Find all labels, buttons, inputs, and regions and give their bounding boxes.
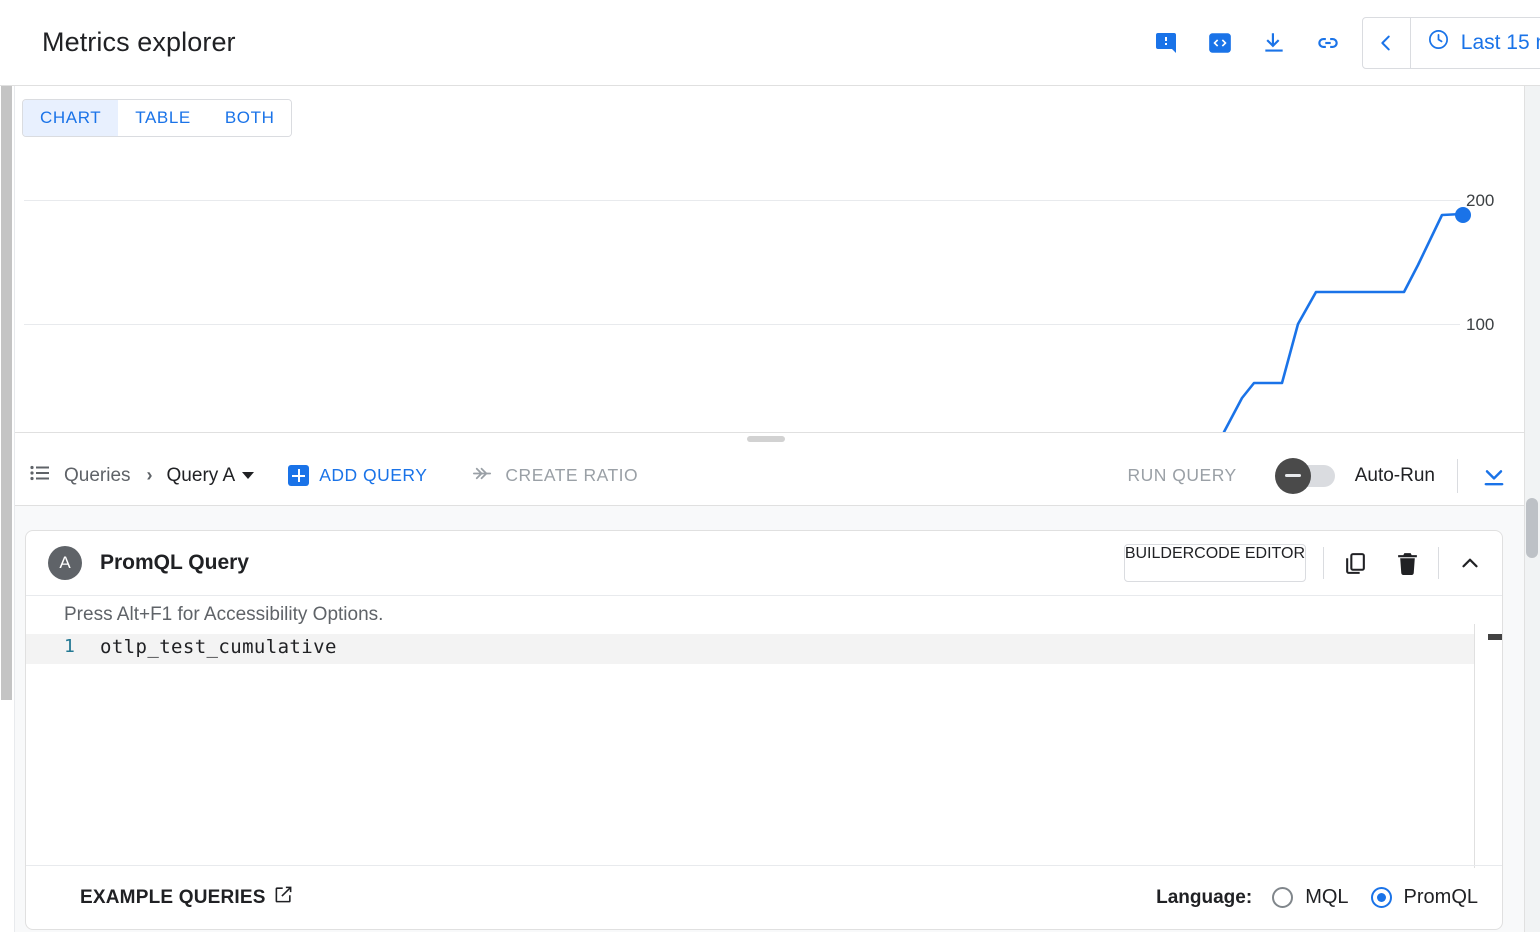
card-divider-1 [1323, 547, 1324, 579]
series-end-marker [1455, 207, 1471, 223]
add-query-button[interactable]: ADD QUERY [288, 465, 427, 486]
query-toolbar: Queries › Query A ADD QUERY CREATE RATIO… [14, 446, 1526, 506]
create-ratio-button[interactable]: CREATE RATIO [471, 462, 638, 490]
accessibility-hint: Press Alt+F1 for Accessibility Options. [64, 604, 383, 626]
page-title: Metrics explorer [42, 27, 236, 58]
query-toolbar-actions: RUN QUERY Auto-Run [1128, 459, 1526, 493]
tab-builder[interactable]: BUILDER [1125, 545, 1194, 581]
time-range-group: Last 15 m [1362, 17, 1540, 69]
radio-promql-label: PromQL [1404, 886, 1478, 909]
card-divider-2 [1438, 547, 1439, 579]
header-actions [1152, 29, 1342, 57]
editor-line-number: 1 [64, 636, 75, 657]
tab-chart[interactable]: CHART [23, 100, 118, 136]
add-query-label: ADD QUERY [319, 465, 427, 486]
page-header: Metrics explorer La [0, 0, 1540, 86]
query-selector[interactable]: Query A [167, 465, 255, 487]
breadcrumb-separator: › [147, 465, 153, 486]
link-icon[interactable] [1314, 29, 1342, 57]
chart-panel: CHART TABLE BOTH 200 100 0 [14, 86, 1526, 432]
query-card-footer: EXAMPLE QUERIES Language: MQL PromQL [26, 865, 1503, 929]
tab-code-editor[interactable]: CODE EDITOR [1194, 545, 1305, 581]
tab-both[interactable]: BOTH [208, 100, 292, 136]
code-icon[interactable] [1206, 29, 1234, 57]
language-selector: Language: MQL PromQL [1156, 886, 1478, 909]
query-selector-label: Query A [167, 465, 236, 487]
tab-table[interactable]: TABLE [118, 100, 208, 136]
chart-view-tabs: CHART TABLE BOTH [22, 99, 292, 137]
query-mode-tabs: BUILDER CODE EDITOR [1124, 544, 1306, 582]
page-scrollbar-left-thumb[interactable] [1, 86, 12, 700]
radio-mql [1272, 887, 1293, 908]
toolbar-divider [1457, 459, 1458, 493]
run-query-button[interactable]: RUN QUERY [1128, 465, 1237, 486]
duplicate-icon[interactable] [1341, 549, 1369, 577]
language-option-mql[interactable]: MQL [1272, 886, 1348, 909]
promql-query-card: A PromQL Query BUILDER CODE EDITOR [25, 530, 1503, 930]
time-range-button[interactable]: Last 15 m [1411, 18, 1540, 68]
content-left-border [14, 86, 15, 932]
editor-code-text[interactable]: otlp_test_cumulative [100, 636, 337, 658]
query-avatar: A [48, 546, 82, 580]
example-queries-link[interactable]: EXAMPLE QUERIES [80, 885, 293, 910]
radio-mql-label: MQL [1305, 886, 1348, 909]
query-card-area: A PromQL Query BUILDER CODE EDITOR [14, 506, 1526, 932]
chart-plot: 200 100 0 UTC-4 10:53 PM [14, 102, 1526, 432]
splitter-drag-handle[interactable] [747, 436, 785, 442]
metrics-explorer-page: Metrics explorer La [0, 0, 1540, 932]
time-range-label: Last 15 m [1461, 31, 1540, 55]
page-scrollbar-right-thumb[interactable] [1526, 498, 1538, 558]
auto-run-toggle[interactable] [1279, 465, 1335, 487]
list-icon[interactable] [28, 461, 52, 490]
toggle-knob [1275, 458, 1311, 494]
plus-icon [288, 465, 309, 486]
language-label: Language: [1156, 887, 1252, 909]
example-queries-label: EXAMPLE QUERIES [80, 887, 266, 909]
expand-less-all-icon[interactable] [1480, 462, 1508, 490]
editor-right-border [1474, 624, 1475, 868]
ratio-arrow-icon [471, 462, 494, 490]
queries-label: Queries [64, 465, 131, 487]
chevron-left-icon[interactable] [1363, 18, 1411, 68]
radio-promql [1371, 887, 1392, 908]
query-card-header: A PromQL Query BUILDER CODE EDITOR [26, 531, 1502, 595]
chevron-up-icon[interactable] [1456, 549, 1484, 577]
create-ratio-label: CREATE RATIO [505, 465, 638, 486]
clock-icon [1427, 28, 1450, 57]
trash-icon[interactable] [1393, 549, 1421, 577]
open-in-new-icon [274, 885, 293, 910]
editor-scrollbar[interactable] [1488, 634, 1502, 640]
query-breadcrumb: Queries › Query A ADD QUERY CREATE RATIO [28, 461, 638, 490]
series-line [14, 102, 1526, 432]
auto-run-label: Auto-Run [1355, 465, 1435, 487]
download-icon[interactable] [1260, 29, 1288, 57]
feedback-icon[interactable] [1152, 29, 1180, 57]
query-card-title: PromQL Query [100, 551, 249, 575]
code-editor[interactable]: Press Alt+F1 for Accessibility Options. … [26, 595, 1503, 867]
chevron-down-icon [242, 472, 254, 479]
language-option-promql[interactable]: PromQL [1371, 886, 1478, 909]
query-card-actions: BUILDER CODE EDITOR [1124, 544, 1484, 582]
